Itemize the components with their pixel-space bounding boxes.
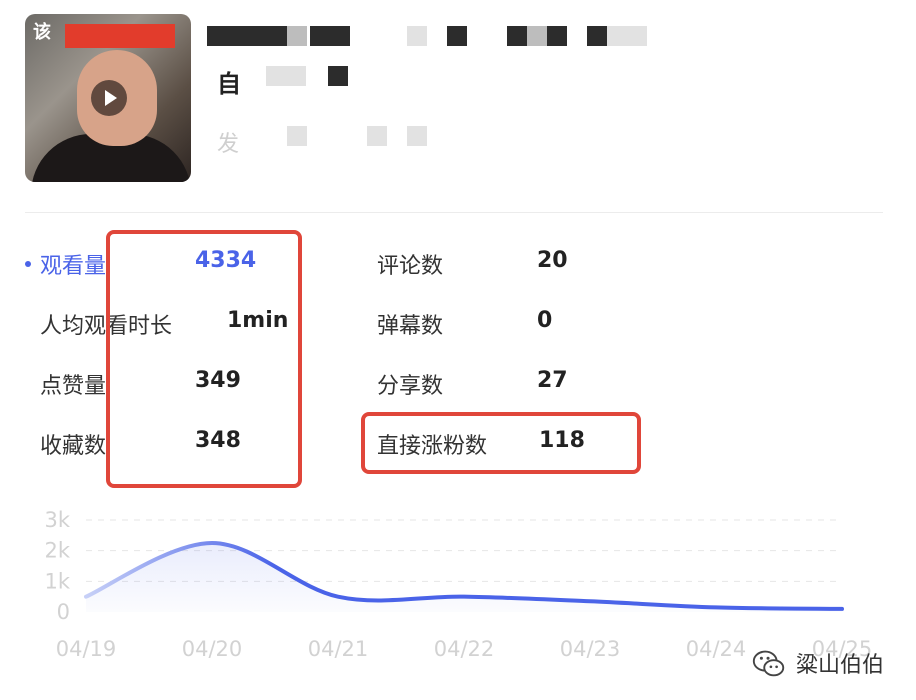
video-thumbnail[interactable]: 该	[25, 14, 191, 182]
chart-y-axis: 0 1k 2k 3k	[44, 508, 70, 624]
metric-label-favorites[interactable]: 收藏数	[40, 428, 106, 460]
y-tick-label: 0	[57, 600, 70, 624]
y-tick-label: 3k	[44, 508, 70, 532]
highlight-box-new-followers	[361, 412, 641, 474]
metric-value-shares: 27	[537, 368, 568, 393]
x-tick-label: 04/24	[686, 637, 747, 661]
x-tick-label: 04/21	[308, 637, 369, 661]
thumbnail-caption-bar	[65, 24, 175, 48]
metric-value-comments: 20	[537, 248, 568, 273]
metric-label-danmaku[interactable]: 弹幕数	[377, 308, 443, 340]
highlight-box-left-values	[106, 230, 302, 488]
section-divider	[25, 212, 883, 213]
y-tick-label: 1k	[44, 569, 70, 593]
play-icon[interactable]	[91, 80, 127, 116]
x-tick-label: 04/19	[56, 637, 117, 661]
video-title-line2: 自	[217, 70, 241, 98]
y-tick-label: 2k	[44, 539, 70, 563]
video-subtitle: 发	[217, 132, 240, 157]
metric-label-views[interactable]: 观看量	[40, 248, 106, 280]
chart-series-area	[86, 543, 842, 612]
metric-label-likes[interactable]: 点赞量	[40, 368, 106, 400]
watermark-text: 粱山伯伯	[796, 653, 885, 678]
metric-label-comments[interactable]: 评论数	[377, 248, 443, 280]
x-tick-label: 04/22	[434, 637, 495, 661]
wechat-icon	[752, 650, 785, 677]
x-tick-label: 04/23	[560, 637, 621, 661]
watermark: 粱山伯伯	[750, 644, 884, 682]
metric-label-shares[interactable]: 分享数	[377, 368, 443, 400]
metric-value-danmaku: 0	[537, 308, 553, 333]
thumbnail-caption: 该	[33, 22, 51, 43]
x-tick-label: 04/20	[182, 637, 243, 661]
active-metric-indicator	[25, 261, 31, 267]
